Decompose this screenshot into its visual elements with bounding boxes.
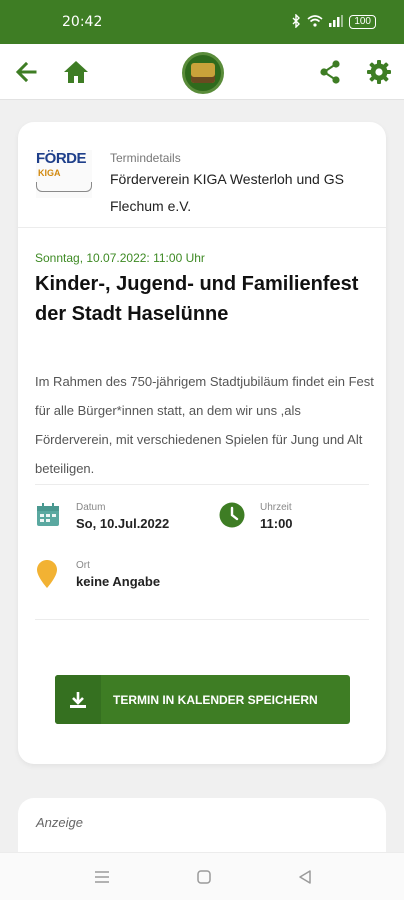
status-icons: 100 [291,12,376,31]
time-label: Uhrzeit [260,502,292,513]
event-title: Kinder-, Jugend- und Familienfest der St… [35,273,359,325]
event-description: Im Rahmen des 750-jährigem Stadtjubiläum… [35,374,374,476]
organizer-logo-text: FÖRDE [36,150,87,167]
organizer-logo: FÖRDE KIGA [36,150,92,198]
status-bar: 20:42 100 [0,0,404,44]
recents-icon[interactable] [92,867,112,887]
back-nav-icon[interactable] [295,867,315,887]
date-value: So, 10.Jul.2022 [76,516,170,531]
save-to-calendar-label: TERMIN IN KALENDER SPEICHERN [113,692,318,707]
event-card: FÖRDE KIGA Termindetails Förderverein KI… [18,122,386,764]
date-info: Datum So, 10.Jul.2022 [76,502,169,531]
organizer-row[interactable]: FÖRDE KIGA Termindetails Förderverein KI… [18,122,386,228]
home-icon[interactable] [61,57,91,87]
ad-label: Anzeige [36,815,83,830]
place-value: keine Angabe [76,574,161,589]
termin-label: Termindetails [110,151,181,165]
event-date: Sonntag, 10.07.2022: 11:00 Uhr [35,251,205,265]
divider [35,619,369,620]
place-label: Ort [76,560,90,571]
organizer-name: Förderverein KIGA Westerloh und GS Flech… [110,171,344,214]
battery-indicator: 100 [349,15,376,29]
divider [35,484,369,485]
signal-icon [329,14,344,30]
status-time: 20:42 [62,14,103,30]
share-icon[interactable] [315,57,345,87]
wifi-icon [307,14,323,30]
place-info: Ort keine Angabe [76,560,160,589]
app-bar [0,44,404,100]
back-arrow-icon[interactable] [11,57,41,87]
organizer-logo-sub: KIGA [38,168,61,178]
bluetooth-icon [291,12,301,31]
location-marker-icon [37,560,57,593]
settings-icon[interactable] [364,57,394,87]
clock-icon [219,502,245,533]
time-value: 11:00 [260,516,293,531]
time-info: Uhrzeit 11:00 [260,502,293,531]
save-to-calendar-button[interactable]: TERMIN IN KALENDER SPEICHERN [55,675,350,724]
calendar-icon [36,503,60,532]
club-logo[interactable] [182,52,224,94]
download-icon [55,675,101,724]
system-nav-bar [0,852,404,900]
home-nav-icon[interactable] [194,867,214,887]
date-label: Datum [76,502,106,513]
